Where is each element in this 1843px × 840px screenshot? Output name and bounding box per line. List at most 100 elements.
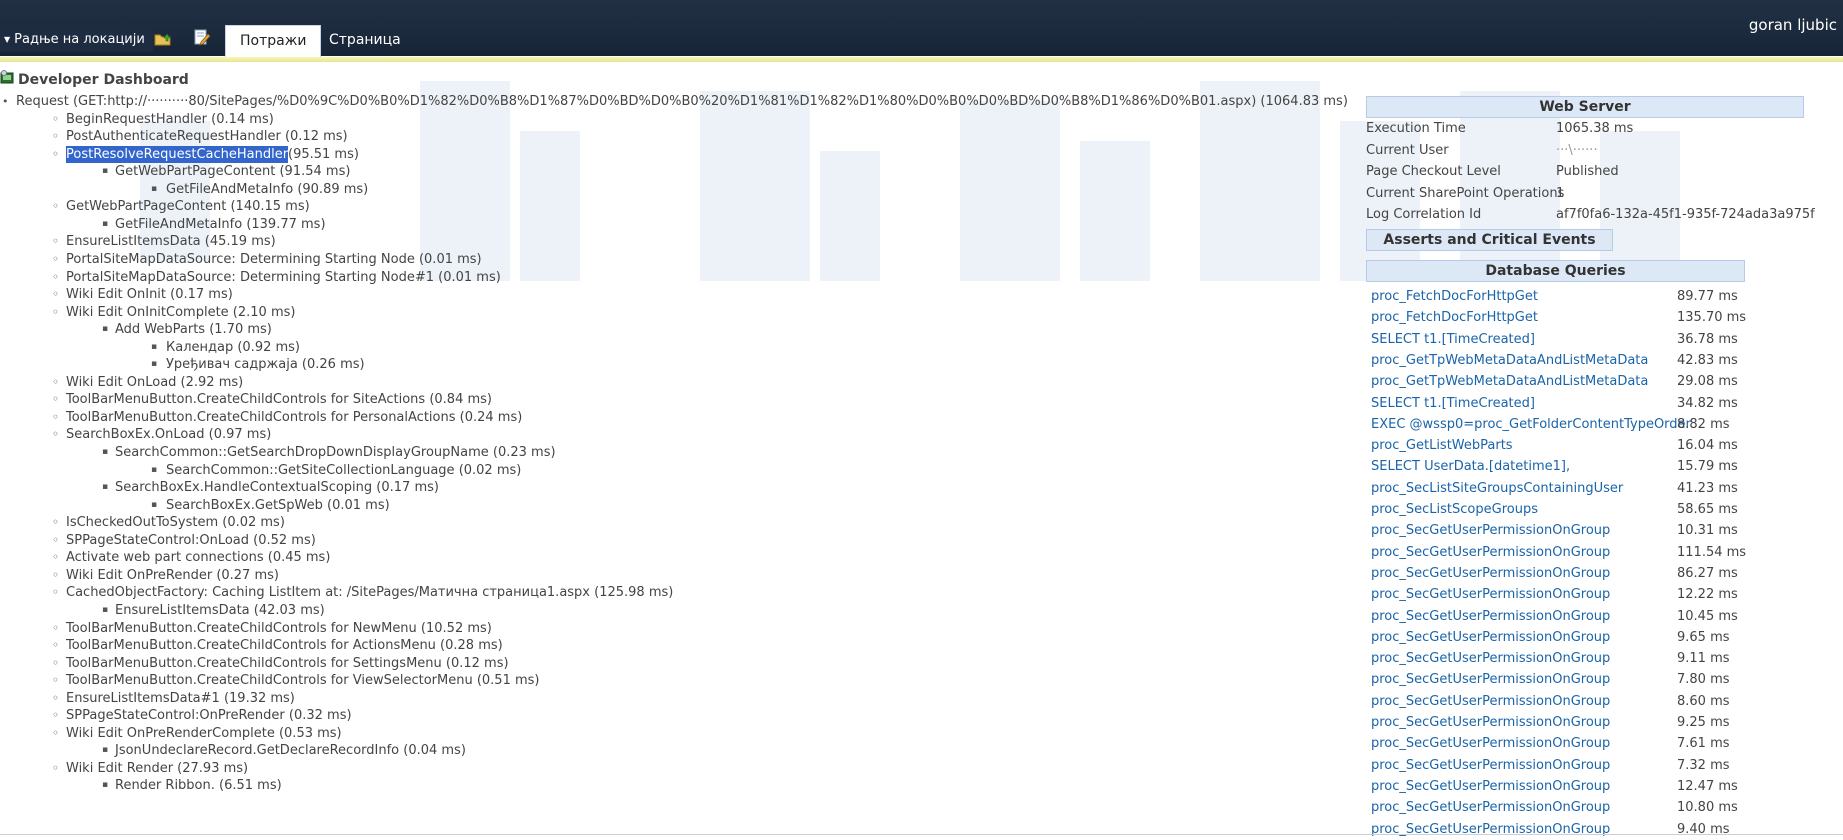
- tab-browse[interactable]: Потражи: [225, 25, 322, 57]
- db-query-time: 29.08 ms: [1677, 374, 1738, 390]
- tree-item-text: EnsureListItemsData (45.19 ms): [66, 234, 276, 250]
- db-query-link[interactable]: SELECT t1.[TimeCreated]: [1371, 393, 1535, 414]
- db-query-time: 58.65 ms: [1677, 502, 1738, 517]
- web-server-row: Current SharePoint Operations 1: [1366, 184, 1806, 204]
- bullet-icon: ▪: [102, 745, 109, 756]
- bullet-icon: ◦: [52, 374, 60, 389]
- db-query-link[interactable]: SELECT UserData.[datetime1],: [1371, 456, 1570, 477]
- db-query-link[interactable]: proc_SecGetUserPermissionOnGroup: [1371, 776, 1610, 797]
- web-server-row: Execution Time 1065.38 ms: [1366, 119, 1806, 139]
- db-query-row: proc_GetTpWebMetaDataAndListMetaData 29.0…: [1366, 371, 1806, 392]
- web-server-key: Current User: [1366, 142, 1449, 158]
- db-query-link[interactable]: proc_SecGetUserPermissionOnGroup: [1371, 584, 1610, 605]
- db-query-time: 89.77 ms: [1677, 289, 1738, 304]
- db-query-time: 10.80 ms: [1677, 800, 1738, 816]
- web-server-key: Log Correlation Id: [1366, 207, 1482, 222]
- db-query-link[interactable]: proc_GetTpWebMetaDataAndListMetaData: [1371, 371, 1648, 392]
- bullet-icon: ▪: [102, 482, 109, 493]
- bullet-icon: ▪: [151, 464, 158, 475]
- tree-item-text: SearchCommon::GetSearchDropDownDisplayGr…: [115, 445, 556, 460]
- tree-item-text: ToolBarMenuButton.CreateChildControls fo…: [66, 638, 503, 654]
- tree-item-text: ToolBarMenuButton.CreateChildControls fo…: [66, 673, 540, 689]
- bullet-icon: ◦: [52, 760, 60, 775]
- bullet-icon: ▪: [102, 324, 109, 335]
- bullet-icon: ▪: [102, 166, 109, 177]
- bullet-icon: ◦: [52, 638, 60, 653]
- db-query-link[interactable]: proc_SecGetUserPermissionOnGroup: [1371, 733, 1610, 754]
- db-query-row: SELECT UserData.[datetime1], 15.79 ms: [1366, 456, 1806, 477]
- tab-page[interactable]: Страница: [315, 25, 415, 56]
- bullet-icon: ◦: [52, 392, 60, 407]
- asserts-header[interactable]: Asserts and Critical Events: [1366, 229, 1613, 251]
- db-query-link[interactable]: proc_SecGetUserPermissionOnGroup: [1371, 797, 1610, 818]
- db-query-row: proc_SecGetUserPermissionOnGroup 9.25 ms: [1366, 712, 1806, 733]
- tree-item-text: Wiki Edit Render (27.93 ms): [66, 760, 249, 776]
- bullet-icon: ◦: [52, 620, 60, 635]
- db-query-link[interactable]: proc_SecGetUserPermissionOnGroup: [1371, 542, 1610, 563]
- db-query-link[interactable]: proc_SecGetUserPermissionOnGroup: [1371, 627, 1610, 648]
- bullet-icon: ◦: [52, 146, 60, 161]
- db-query-link[interactable]: proc_SecListScopeGroups: [1371, 499, 1538, 520]
- bullet-icon: ◦: [52, 655, 60, 670]
- db-query-link[interactable]: proc_FetchDocForHttpGet: [1371, 286, 1538, 307]
- tree-item-text: ToolBarMenuButton.CreateChildControls fo…: [66, 655, 509, 671]
- tree-item-text: JsonUndeclareRecord.GetDeclareRecordInfo…: [115, 743, 466, 759]
- db-query-row: SELECT t1.[TimeCreated] 36.78 ms: [1366, 329, 1806, 350]
- tree-item-text: ToolBarMenuButton.CreateChildControls fo…: [66, 409, 523, 425]
- bullet-icon: •: [2, 95, 9, 108]
- db-query-row: proc_SecGetUserPermissionOnGroup 12.22 ms: [1366, 584, 1806, 605]
- db-query-link[interactable]: proc_FetchDocForHttpGet: [1371, 307, 1538, 328]
- db-query-time: 8.82 ms: [1677, 416, 1730, 432]
- web-server-key: Current SharePoint Operations: [1366, 185, 1565, 201]
- db-query-link[interactable]: proc_SecGetUserPermissionOnGroup: [1371, 648, 1610, 669]
- db-query-row: proc_GetTpWebMetaDataAndListMetaData 42.8…: [1366, 350, 1806, 371]
- db-query-time: 7.80 ms: [1677, 672, 1730, 688]
- db-query-link[interactable]: proc_SecGetUserPermissionOnGroup: [1371, 606, 1610, 627]
- db-query-link[interactable]: SELECT t1.[TimeCreated]: [1371, 329, 1535, 350]
- db-query-link[interactable]: proc_SecGetUserPermissionOnGroup: [1371, 520, 1610, 541]
- db-query-row: proc_FetchDocForHttpGet 89.77 ms: [1366, 286, 1806, 307]
- tree-item-text: SearchBoxEx.HandleContextualScoping (0.1…: [115, 480, 439, 496]
- db-query-link[interactable]: proc_SecGetUserPermissionOnGroup: [1371, 691, 1610, 712]
- db-query-link[interactable]: EXEC @wssp0=proc_GetFolderContentTypeOrd…: [1371, 414, 1691, 435]
- navigate-up-icon[interactable]: [154, 29, 172, 46]
- db-query-row: proc_SecGetUserPermissionOnGroup 9.11 ms: [1366, 648, 1806, 669]
- db-query-time: 9.40 ms: [1677, 821, 1730, 837]
- db-query-link[interactable]: proc_SecGetUserPermissionOnGroup: [1371, 819, 1610, 840]
- user-menu[interactable]: goran ljubic: [1749, 16, 1837, 34]
- tree-item-text: Wiki Edit OnPreRenderComplete (0.53 ms): [66, 725, 342, 741]
- db-query-row: SELECT t1.[TimeCreated] 34.82 ms: [1366, 393, 1806, 414]
- tree-item-text: Wiki Edit OnInitComplete (2.10 ms): [66, 304, 296, 320]
- web-server-row: Current User ···\······: [1366, 141, 1806, 161]
- tree-item-text: Add WebParts (1.70 ms): [115, 322, 272, 338]
- db-query-time: 15.79 ms: [1677, 459, 1738, 475]
- tree-item-text: Wiki Edit OnPreRender (0.27 ms): [66, 567, 279, 583]
- web-server-value: af7f0fa6-132a-45f1-935f-724ada3a975f: [1556, 207, 1815, 222]
- bullet-icon: ◦: [52, 567, 60, 582]
- bullet-icon: ▪: [151, 499, 158, 510]
- db-query-link[interactable]: proc_GetTpWebMetaDataAndListMetaData: [1371, 350, 1648, 371]
- db-query-link[interactable]: proc_SecGetUserPermissionOnGroup: [1371, 712, 1610, 733]
- db-query-link[interactable]: proc_SecListSiteGroupsContainingUser: [1371, 478, 1623, 499]
- db-query-link[interactable]: proc_SecGetUserPermissionOnGroup: [1371, 669, 1610, 690]
- web-server-header: Web Server: [1366, 96, 1804, 118]
- tree-item-text: Календар (0.92 ms): [166, 339, 300, 355]
- db-query-link[interactable]: proc_SecGetUserPermissionOnGroup: [1371, 755, 1610, 776]
- db-query-row: proc_SecGetUserPermissionOnGroup 7.80 ms: [1366, 669, 1806, 690]
- site-actions-menu[interactable]: ▼ Радње на локацији: [0, 28, 153, 52]
- dashboard-title-text: Developer Dashboard: [18, 72, 189, 88]
- dashboard-title: Developer Dashboard: [0, 70, 189, 90]
- bullet-icon: ◦: [52, 708, 60, 723]
- tree-item-text: Wiki Edit OnLoad (2.92 ms): [66, 374, 244, 390]
- request-text: Request (GET:http://··········80/SitePag…: [16, 94, 1348, 109]
- database-queries-header: Database Queries: [1366, 260, 1745, 282]
- web-server-value: Published: [1556, 164, 1619, 179]
- tree-item-text: Activate web part connections (0.45 ms): [66, 550, 331, 566]
- edit-page-icon[interactable]: [193, 29, 211, 46]
- bullet-icon: ◦: [52, 199, 60, 214]
- dashboard-icon: [0, 70, 16, 90]
- db-query-link[interactable]: proc_SecGetUserPermissionOnGroup: [1371, 563, 1610, 584]
- db-query-time: 111.54 ms: [1677, 544, 1747, 560]
- db-query-row: proc_SecGetUserPermissionOnGroup 9.40 ms: [1366, 819, 1806, 840]
- db-query-link[interactable]: proc_GetListWebParts: [1371, 435, 1513, 456]
